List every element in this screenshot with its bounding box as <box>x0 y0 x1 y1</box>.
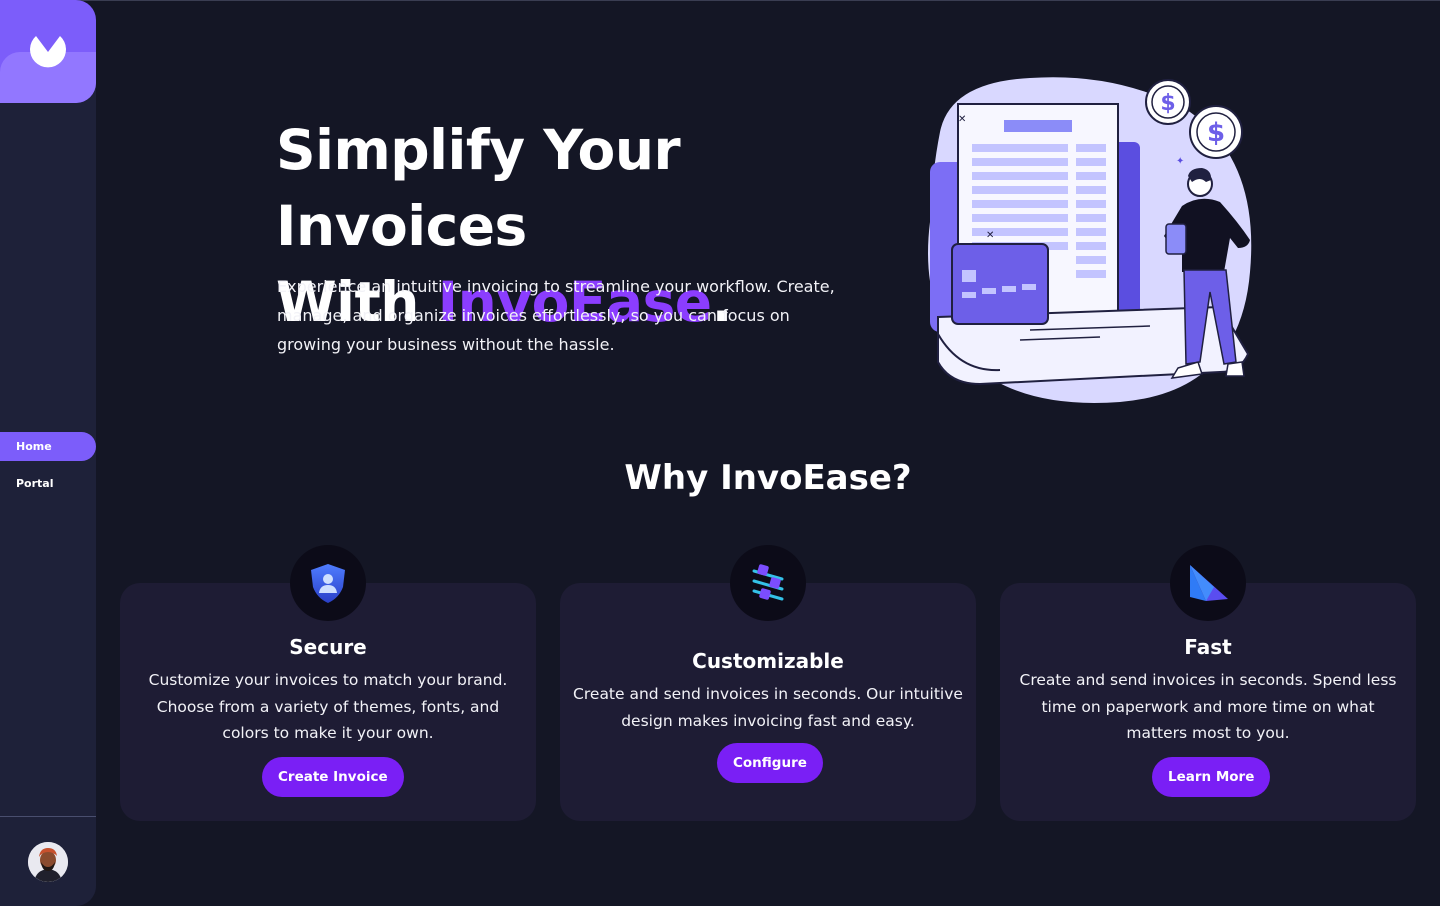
sidebar-divider <box>0 816 96 817</box>
feature-icon-customizable <box>730 545 806 621</box>
sliders-icon <box>752 564 784 601</box>
svg-text:$: $ <box>1207 118 1225 148</box>
feature-text: Create and send invoices in seconds. Our… <box>573 685 963 730</box>
learn-more-button[interactable]: Learn More <box>1152 757 1271 797</box>
hero-description: Experience an intuitive invoicing to str… <box>277 277 835 354</box>
feature-icon-fast <box>1170 545 1246 621</box>
svg-text:✦: ✦ <box>1176 156 1184 167</box>
app-logo[interactable] <box>0 0 96 103</box>
prism-icon <box>1190 565 1228 601</box>
svg-text:✕: ✕ <box>958 114 966 125</box>
section-title: Why InvoEase? <box>624 458 912 498</box>
shield-user-icon <box>311 564 345 603</box>
feature-text: Create and send invoices in seconds. Spe… <box>1019 671 1397 742</box>
avatar[interactable] <box>28 842 68 882</box>
top-border <box>0 0 1440 1</box>
feature-icon-secure <box>290 545 366 621</box>
sidebar: Home Portal <box>0 0 96 906</box>
create-invoice-button[interactable]: Create Invoice <box>262 757 404 797</box>
svg-text:✕: ✕ <box>986 230 994 241</box>
svg-text:$: $ <box>1160 91 1175 116</box>
feature-title: Fast <box>1184 635 1232 659</box>
feature-text: Customize your invoices to match your br… <box>148 671 508 742</box>
hero-title-line1: Simplify Your Invoices <box>276 118 681 258</box>
feature-title: Customizable <box>692 649 844 673</box>
feature-title: Secure <box>289 635 367 659</box>
invoice-illustration: $ $ ✕ ✕ ✦ <box>920 72 1270 416</box>
user-avatar-icon <box>28 842 68 882</box>
logo-icon <box>30 36 66 68</box>
nav-item-home[interactable]: Home <box>0 432 96 461</box>
configure-button[interactable]: Configure <box>717 743 823 783</box>
